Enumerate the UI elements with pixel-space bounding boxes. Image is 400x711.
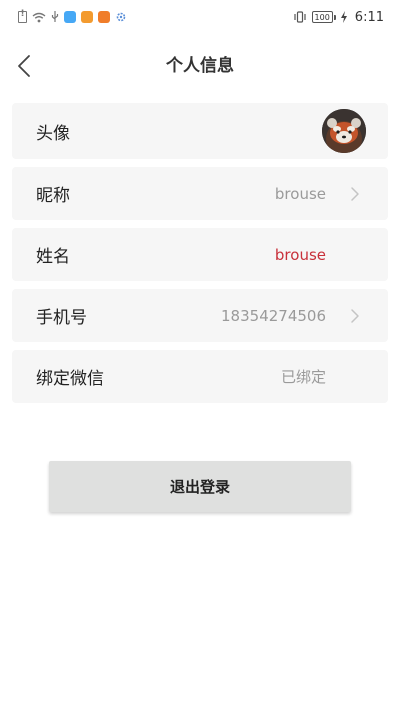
nickname-row[interactable]: 昵称 brouse xyxy=(12,167,388,220)
nickname-label: 昵称 xyxy=(36,186,70,206)
phone-row[interactable]: 手机号 18354274506 xyxy=(12,289,388,342)
sim-alert-icon xyxy=(18,9,27,23)
app-notification-icon xyxy=(98,11,110,23)
status-bar-left xyxy=(18,9,127,23)
avatar[interactable] xyxy=(322,109,366,153)
phone-value: 18354274506 xyxy=(221,306,326,325)
usb-icon xyxy=(51,11,59,22)
page-title: 个人信息 xyxy=(166,56,234,76)
name-label: 姓名 xyxy=(36,247,70,267)
avatar-row[interactable]: 头像 xyxy=(12,103,388,159)
battery-level: 100 xyxy=(314,12,330,22)
phone-label: 手机号 xyxy=(36,308,87,328)
chevron-right-icon xyxy=(351,186,359,201)
avatar-label: 头像 xyxy=(36,123,70,144)
status-time: 6:11 xyxy=(354,9,384,25)
charging-icon xyxy=(340,11,347,23)
status-bar: 100 6:11 xyxy=(0,0,400,34)
title-bar: 个人信息 xyxy=(0,40,400,92)
nickname-value: brouse xyxy=(274,184,326,203)
app-notification-icon xyxy=(81,11,93,23)
chevron-right-icon xyxy=(351,308,359,323)
red-panda-avatar-image xyxy=(322,109,366,153)
wechat-status: 已绑定 xyxy=(280,368,326,386)
vibrate-icon xyxy=(293,11,306,23)
battery-icon: 100 xyxy=(311,11,337,23)
profile-list: 头像 昵称 brouse 姓名 brouse 手机号 18354274506 绑… xyxy=(12,103,388,411)
gear-icon xyxy=(116,12,126,22)
name-value: brouse xyxy=(274,245,326,264)
status-bar-right: 100 6:11 xyxy=(293,10,384,25)
logout-button[interactable]: 退出登录 xyxy=(49,461,351,512)
wechat-label: 绑定微信 xyxy=(36,369,104,389)
wechat-row: 绑定微信 已绑定 xyxy=(12,350,388,403)
app-notification-icon xyxy=(64,11,76,23)
wifi-icon xyxy=(32,12,46,22)
name-row: 姓名 brouse xyxy=(12,228,388,281)
